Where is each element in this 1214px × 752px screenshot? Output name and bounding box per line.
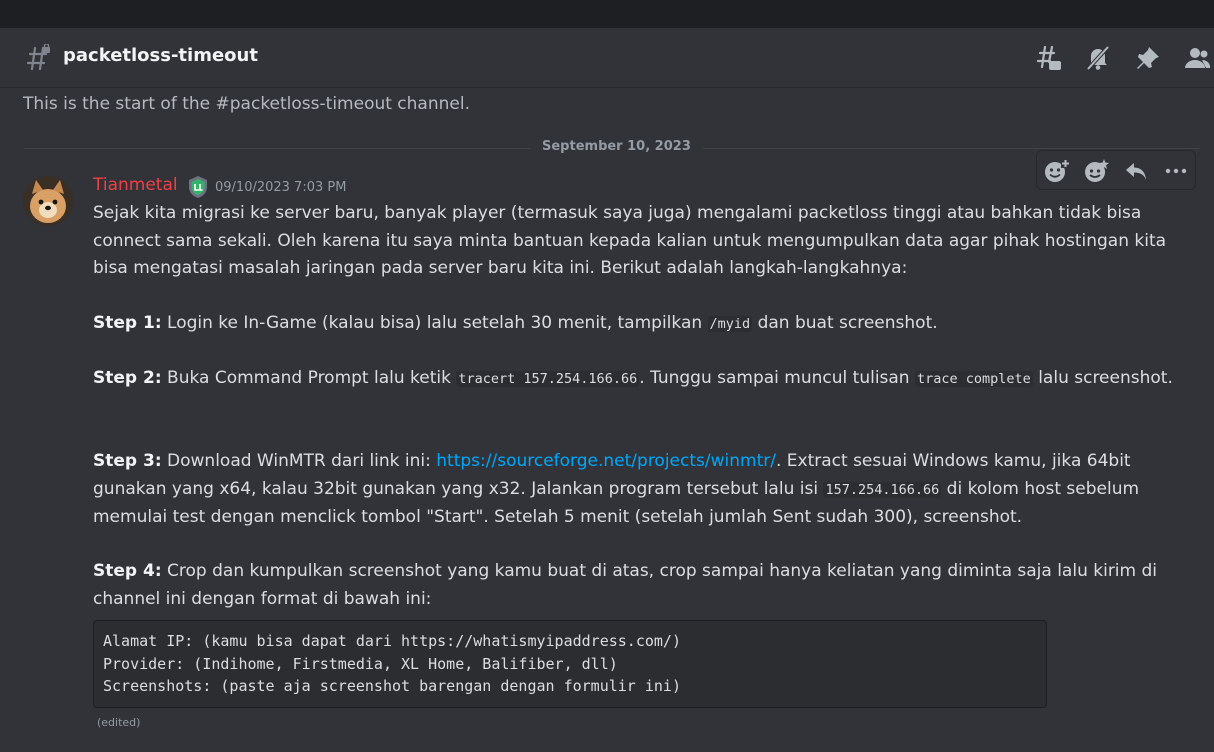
form-code-block: Alamat IP: (kamu bisa dapat dari https:/… — [93, 620, 1047, 708]
step-1-text-b: dan buat screenshot. — [752, 313, 938, 333]
message-step-1: Step 1: Login ke In-Game (kalau bisa) la… — [93, 310, 1173, 339]
author-name[interactable]: Tianmetal — [93, 175, 178, 195]
winmtr-link[interactable]: https://sourceforge.net/projects/winmtr/ — [436, 451, 776, 471]
more-icon[interactable] — [1162, 157, 1190, 185]
step-2-text-b: . Tunggu sampai muncul tulisan — [639, 368, 915, 388]
threads-icon[interactable] — [1034, 44, 1062, 72]
message-intro: Sejak kita migrasi ke server baru, banya… — [93, 203, 1167, 278]
notification-muted-icon[interactable] — [1084, 44, 1112, 72]
step-1-text-a: Login ke In-Game (kalau bisa) lalu setel… — [161, 313, 708, 333]
channel-start-text: This is the start of the #packetloss-tim… — [23, 94, 470, 114]
message-step-2: Step 2: Buka Command Prompt lalu ketik t… — [93, 365, 1173, 394]
message-toolbar — [1036, 150, 1196, 190]
author-avatar[interactable] — [23, 176, 73, 226]
step-2-text-a: Buka Command Prompt lalu ketik — [161, 368, 457, 388]
reply-icon[interactable] — [1122, 157, 1150, 185]
message-timestamp: 09/10/2023 7:03 PM — [215, 180, 347, 195]
step-3-code: 157.254.166.66 — [823, 481, 942, 498]
step-1-label: Step 1: — [93, 313, 162, 333]
step-3-text-a: Download WinMTR dari link ini: — [161, 451, 437, 471]
message-step-3: Step 3: Download WinMTR dari link ini: h… — [93, 448, 1173, 532]
member-list-icon[interactable] — [1183, 44, 1211, 72]
step-2-code-a: tracert 157.254.166.66 — [456, 371, 640, 387]
step-1-code: /myid — [707, 316, 753, 332]
channel-header: packetloss-timeout — [0, 28, 1214, 88]
channel-hash-locked-icon — [26, 44, 50, 71]
step-2-code-b: trace complete — [915, 371, 1033, 387]
step-3-label: Step 3: — [93, 451, 162, 471]
step-2-label: Step 2: — [93, 368, 162, 388]
pin-icon[interactable] — [1134, 44, 1162, 72]
date-divider-label: September 10, 2023 — [530, 139, 703, 154]
window-top-bar — [0, 0, 1214, 28]
channel-name: packetloss-timeout — [63, 45, 258, 66]
edited-marker: (edited) — [97, 716, 141, 729]
role-badge-icon — [189, 176, 207, 198]
super-reaction-icon[interactable] — [1082, 157, 1110, 185]
step-4-label: Step 4: — [93, 561, 162, 581]
step-4-text-a: Crop dan kumpulkan screenshot yang kamu … — [93, 561, 1158, 609]
add-reaction-icon[interactable] — [1042, 157, 1070, 185]
step-2-text-c: lalu screenshot. — [1032, 368, 1173, 388]
message-step-4: Step 4: Crop dan kumpulkan screenshot ya… — [93, 558, 1173, 613]
